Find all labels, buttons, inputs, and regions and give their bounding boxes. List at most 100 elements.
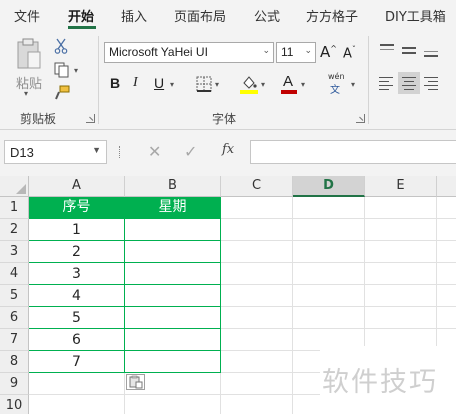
column-header-c[interactable]: C — [221, 176, 293, 197]
row-header-7[interactable]: 7 — [0, 329, 29, 351]
table-border — [220, 197, 221, 373]
cell-a6[interactable]: 5 — [29, 307, 124, 328]
insert-function-icon[interactable]: fx — [222, 142, 234, 157]
chevron-down-icon: ⌄ — [304, 45, 312, 55]
align-top-icon[interactable] — [378, 42, 396, 58]
cell-a8[interactable]: 7 — [29, 351, 124, 372]
phonetic-dropdown-icon[interactable]: ▾ — [351, 80, 355, 89]
paste-options-icon — [129, 375, 143, 389]
underline-button[interactable]: U — [154, 75, 164, 91]
gridline — [292, 197, 293, 414]
clipboard-icon — [17, 38, 41, 69]
cell-a3[interactable]: 2 — [29, 241, 124, 262]
cancel-icon[interactable]: ✕ — [148, 142, 161, 161]
clipboard-dialog-launcher-icon[interactable] — [86, 114, 95, 123]
font-dialog-launcher-icon[interactable] — [356, 114, 365, 123]
row-header-1[interactable]: 1 — [0, 197, 29, 219]
font-color-swatch — [281, 90, 297, 94]
tab-formulas[interactable]: 公式 — [254, 6, 280, 25]
align-bottom-icon[interactable] — [422, 42, 440, 58]
active-tab-indicator — [68, 26, 96, 29]
watermark: 软件技巧 — [320, 346, 456, 414]
table-border — [29, 262, 221, 263]
bold-button[interactable]: B — [110, 75, 120, 91]
row-header-10[interactable]: 10 — [0, 395, 29, 414]
font-size-select[interactable]: 11 ⌄ — [276, 42, 316, 63]
cell-a4[interactable]: 3 — [29, 263, 124, 284]
row-header-8[interactable]: 8 — [0, 351, 29, 373]
tab-file[interactable]: 文件 — [14, 6, 40, 25]
font-size-value: 11 — [281, 45, 294, 59]
decrease-font-size-button[interactable]: Aˇ — [343, 45, 356, 61]
tab-diy-toolbox[interactable]: DIY工具箱 — [385, 6, 446, 25]
table-border — [29, 240, 221, 241]
tab-page-layout[interactable]: 页面布局 — [174, 6, 226, 25]
font-name-value: Microsoft YaHei UI — [109, 45, 208, 59]
table-border — [29, 306, 221, 307]
row-header-9[interactable]: 9 — [0, 373, 29, 395]
column-header-f[interactable]: F — [437, 176, 456, 197]
cell-a5[interactable]: 4 — [29, 285, 124, 306]
align-right-icon[interactable] — [422, 74, 440, 92]
phonetic-character: 文 — [330, 85, 340, 96]
select-all-button[interactable] — [0, 176, 29, 197]
tab-fangfang-gezi[interactable]: 方方格子 — [306, 6, 358, 25]
chevron-down-icon: ⌄ — [262, 45, 270, 55]
column-header-b[interactable]: B — [125, 176, 221, 197]
formula-bar: D13 ▼ ✕ ✓ fx — [0, 130, 456, 176]
table-border — [29, 372, 221, 373]
row-header-6[interactable]: 6 — [0, 307, 29, 329]
column-header-e[interactable]: E — [365, 176, 437, 197]
table-border — [29, 350, 221, 351]
cut-icon[interactable] — [54, 38, 68, 54]
borders-dropdown-icon[interactable]: ▾ — [215, 80, 219, 89]
cell-a2[interactable]: 1 — [29, 219, 124, 240]
increase-font-icon: A — [320, 43, 331, 61]
align-center-icon[interactable] — [400, 74, 418, 92]
name-box[interactable]: D13 ▼ — [4, 140, 107, 164]
font-group-label: 字体 — [212, 112, 237, 126]
menu-bar: 文件 开始 插入 页面布局 公式 方方格子 DIY工具箱 — [0, 0, 456, 30]
cell-a7[interactable]: 6 — [29, 329, 124, 350]
formula-bar-grip[interactable] — [119, 146, 122, 158]
clipboard-group-label: 剪贴板 — [20, 112, 57, 126]
borders-icon[interactable] — [196, 76, 212, 92]
tab-insert[interactable]: 插入 — [121, 6, 147, 25]
phonetic-pinyin: wén — [328, 72, 345, 81]
row-header-4[interactable]: 4 — [0, 263, 29, 285]
font-color-button[interactable]: A — [283, 73, 293, 90]
fill-color-swatch — [240, 90, 258, 94]
underline-dropdown-icon[interactable]: ▾ — [170, 80, 174, 89]
paste-options-button[interactable] — [126, 374, 145, 390]
row-header-2[interactable]: 2 — [0, 219, 29, 241]
tab-home[interactable]: 开始 — [68, 6, 94, 25]
fill-color-dropdown-icon[interactable]: ▾ — [261, 80, 265, 89]
cell-a1[interactable]: 序号 — [29, 197, 124, 218]
font-color-dropdown-icon[interactable]: ▾ — [301, 80, 305, 89]
column-header-a[interactable]: A — [29, 176, 125, 197]
align-left-icon[interactable] — [378, 74, 396, 92]
ribbon: 粘贴 ▾ ▾ 剪贴板 Microsoft YaHei UI ⌄ 11 ⌄ A^ … — [0, 30, 456, 130]
formula-input[interactable] — [250, 140, 456, 164]
increase-font-size-button[interactable]: A^ — [320, 43, 337, 61]
align-middle-icon[interactable] — [400, 42, 418, 58]
table-border — [29, 218, 221, 219]
table-border — [124, 197, 125, 373]
table-border — [29, 328, 221, 329]
row-header-5[interactable]: 5 — [0, 285, 29, 307]
paste-button[interactable]: 粘贴 ▾ — [12, 36, 46, 98]
copy-icon[interactable] — [54, 62, 70, 78]
watermark-text: 软件技巧 — [322, 367, 438, 398]
column-header-d[interactable]: D — [293, 176, 365, 197]
group-separator — [368, 36, 369, 124]
copy-dropdown-icon[interactable]: ▾ — [74, 66, 78, 75]
format-painter-icon[interactable] — [54, 85, 70, 101]
paste-dropdown-icon: ▾ — [24, 89, 29, 98]
cell-b1[interactable]: 星期 — [125, 197, 220, 218]
font-name-select[interactable]: Microsoft YaHei UI ⌄ — [104, 42, 274, 63]
row-header-3[interactable]: 3 — [0, 241, 29, 263]
phonetic-guide-button[interactable]: wén 文 — [326, 72, 348, 96]
enter-icon[interactable]: ✓ — [184, 142, 197, 161]
group-separator — [98, 36, 99, 124]
italic-button[interactable]: I — [133, 75, 138, 91]
